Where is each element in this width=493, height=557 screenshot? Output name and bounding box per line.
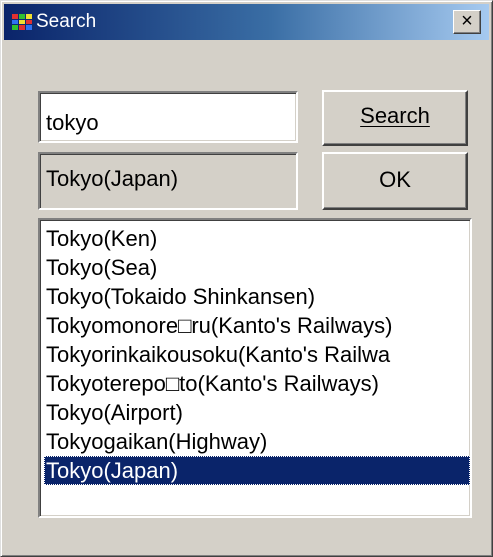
close-button[interactable]: × — [453, 10, 481, 34]
app-icon — [12, 14, 32, 30]
window-title: Search — [36, 11, 97, 32]
list-item-selected[interactable]: Tokyo(Japan) — [44, 456, 470, 485]
list-item[interactable]: Tokyo(Airport) — [44, 398, 470, 427]
list-item[interactable]: Tokyo(Ken) — [44, 224, 470, 253]
list-item[interactable]: Tokyo(Tokaido Shinkansen) — [44, 282, 470, 311]
search-button-label: Search — [360, 103, 430, 128]
list-item[interactable]: Tokyogaikan(Highway) — [44, 427, 470, 456]
selected-result-field: Tokyo(Japan) — [38, 152, 298, 210]
close-icon: × — [461, 10, 473, 32]
list-item[interactable]: Tokyomonore□ru(Kanto's Railways) — [44, 311, 470, 340]
results-listbox[interactable]: Tokyo(Ken) Tokyo(Sea) Tokyo(Tokaido Shin… — [38, 218, 472, 518]
ok-button[interactable]: OK — [322, 152, 468, 210]
search-dialog: Search × Search Tokyo(Japan) OK Tokyo(Ke… — [0, 0, 493, 557]
list-item[interactable]: Tokyo(Sea) — [44, 253, 470, 282]
list-item[interactable]: Tokyoterepo□to(Kanto's Railways) — [44, 369, 470, 398]
title-bar[interactable]: Search × — [4, 4, 489, 40]
search-button[interactable]: Search — [322, 90, 468, 146]
search-input[interactable] — [38, 91, 298, 143]
list-item[interactable]: Tokyorinkaikousoku(Kanto's Railwa — [44, 340, 470, 369]
